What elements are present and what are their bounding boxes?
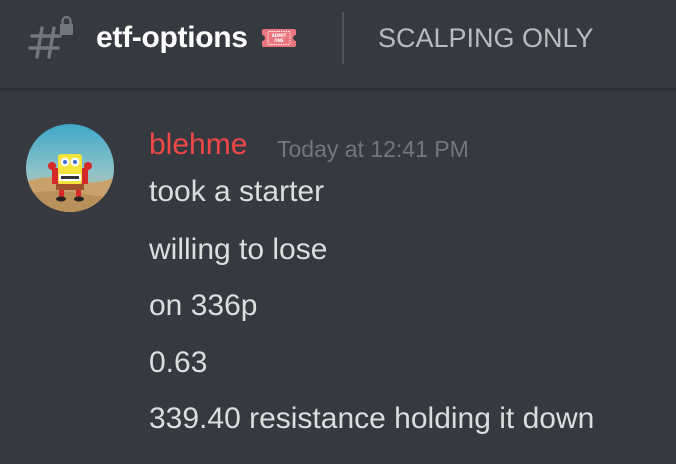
hashtag-lock-icon bbox=[28, 15, 73, 59]
message-line: 0.63 bbox=[149, 346, 208, 379]
discord-chat-window: etf-options ADMIT ONE SCALPING ONLY bleh… bbox=[0, 0, 676, 464]
message-line: took a starter bbox=[149, 175, 325, 208]
message-timestamp: Today at 12:41 PM bbox=[277, 136, 469, 162]
channel-topic: SCALPING ONLY bbox=[378, 23, 594, 53]
channel-header: etf-options ADMIT ONE SCALPING ONLY bbox=[0, 0, 676, 88]
channel-name[interactable]: etf-options bbox=[96, 20, 248, 56]
message-line: willing to lose bbox=[149, 233, 328, 266]
header-shadow-line bbox=[0, 88, 676, 90]
user-avatar[interactable] bbox=[26, 124, 114, 212]
ticket-text-one: ONE bbox=[274, 38, 284, 43]
header-divider bbox=[342, 12, 344, 64]
message-line: 339.40 resistance holding it down bbox=[149, 402, 595, 435]
admit-one-ticket-emoji: ADMIT ONE bbox=[262, 29, 296, 47]
message-line: on 336p bbox=[149, 289, 258, 322]
message-author[interactable]: blehme bbox=[149, 128, 247, 162]
